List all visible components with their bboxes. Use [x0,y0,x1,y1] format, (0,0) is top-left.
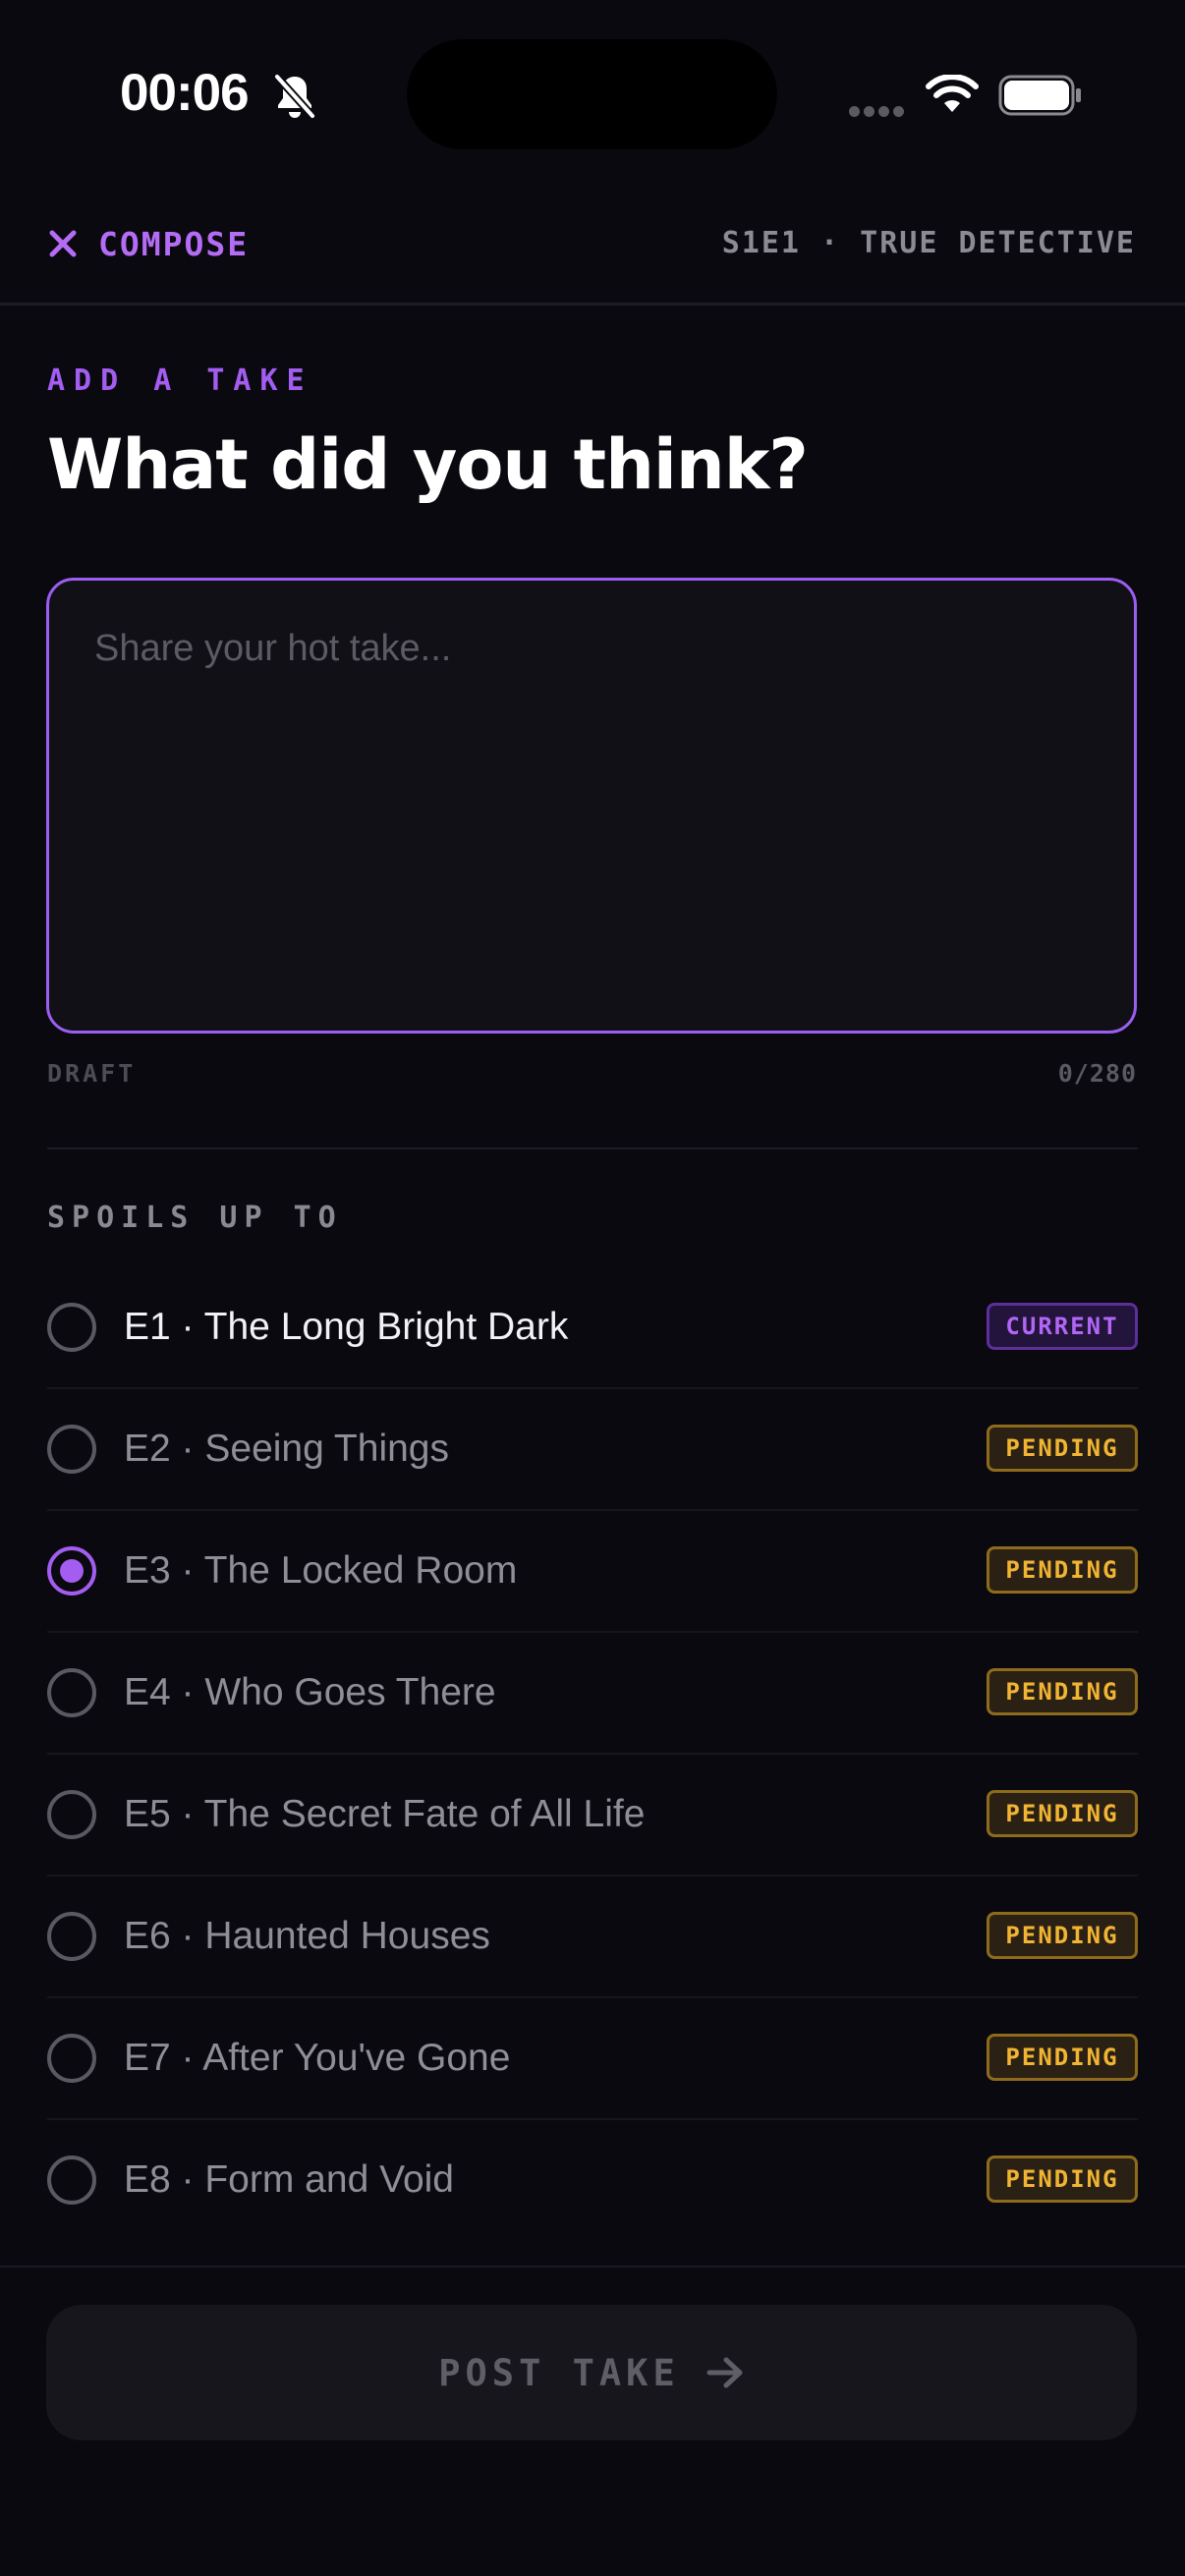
episode-option-e2[interactable]: E2 · Seeing Things PENDING [47,1389,1138,1511]
radio-button[interactable] [47,1668,96,1717]
status-bar: 00:06 [0,0,1185,187]
episode-option-e5[interactable]: E5 · The Secret Fate of All Life PENDING [47,1755,1138,1876]
compose-header: COMPOSE S1E1 · TRUE DETECTIVE [0,187,1185,306]
status-badge: PENDING [987,1668,1138,1715]
status-badge: PENDING [987,1912,1138,1959]
status-badge: PENDING [987,1425,1138,1472]
status-badge: PENDING [987,1546,1138,1594]
wifi-icon [926,75,979,112]
battery-icon [998,75,1081,116]
add-take-eyebrow: ADD A TAKE [47,364,313,398]
post-take-label: POST TAKE [438,2351,680,2394]
section-divider [47,1148,1138,1149]
close-compose-button[interactable]: COMPOSE [47,222,249,265]
arrow-right-icon [706,2357,743,2388]
radio-button[interactable] [47,2156,96,2205]
footer-divider [0,2266,1185,2268]
episode-label: E2 · Seeing Things [124,1428,449,1470]
compose-label: COMPOSE [98,224,250,263]
episode-label: E7 · After You've Gone [124,2037,511,2079]
radio-button[interactable] [47,1303,96,1352]
episode-label: E8 · Form and Void [124,2158,454,2201]
episode-label: E4 · Who Goes There [124,1671,496,1713]
episode-label: E6 · Haunted Houses [124,1915,490,1957]
post-take-button[interactable]: POST TAKE [46,2305,1137,2440]
episode-option-e6[interactable]: E6 · Haunted Houses PENDING [47,1876,1138,1998]
episode-option-e7[interactable]: E7 · After You've Gone PENDING [47,1998,1138,2120]
episode-context: S1E1 · TRUE DETECTIVE [721,226,1136,260]
bell-off-icon [274,74,315,119]
episode-option-e4[interactable]: E4 · Who Goes There PENDING [47,1633,1138,1755]
episode-option-e1[interactable]: E1 · The Long Bright Dark CURRENT [47,1267,1138,1389]
radio-button[interactable] [47,1790,96,1839]
radio-button[interactable] [47,1425,96,1474]
take-input[interactable] [46,578,1137,1034]
status-time: 00:06 [120,64,250,122]
char-count: 0/280 [1057,1059,1137,1088]
radio-button[interactable] [47,1546,96,1596]
page-title: What did you think? [47,424,809,505]
status-badge: PENDING [987,2034,1138,2081]
episode-option-e8[interactable]: E8 · Form and Void PENDING [47,2120,1138,2240]
cellular-signal-icon [849,102,908,117]
dynamic-island [407,39,777,149]
draft-label: DRAFT [47,1059,137,1088]
status-badge: PENDING [987,2156,1138,2203]
close-icon [49,230,77,257]
episode-label: E1 · The Long Bright Dark [124,1306,569,1348]
spoils-section-label: SPOILS UP TO [47,1201,343,1235]
episode-option-e3[interactable]: E3 · The Locked Room PENDING [47,1511,1138,1633]
episode-spoiler-list: E1 · The Long Bright Dark CURRENT E2 · S… [47,1267,1138,2240]
radio-button[interactable] [47,2034,96,2083]
radio-button[interactable] [47,1912,96,1961]
status-badge: PENDING [987,1790,1138,1837]
episode-label: E3 · The Locked Room [124,1549,518,1592]
status-badge: CURRENT [987,1303,1138,1350]
episode-label: E5 · The Secret Fate of All Life [124,1793,646,1835]
